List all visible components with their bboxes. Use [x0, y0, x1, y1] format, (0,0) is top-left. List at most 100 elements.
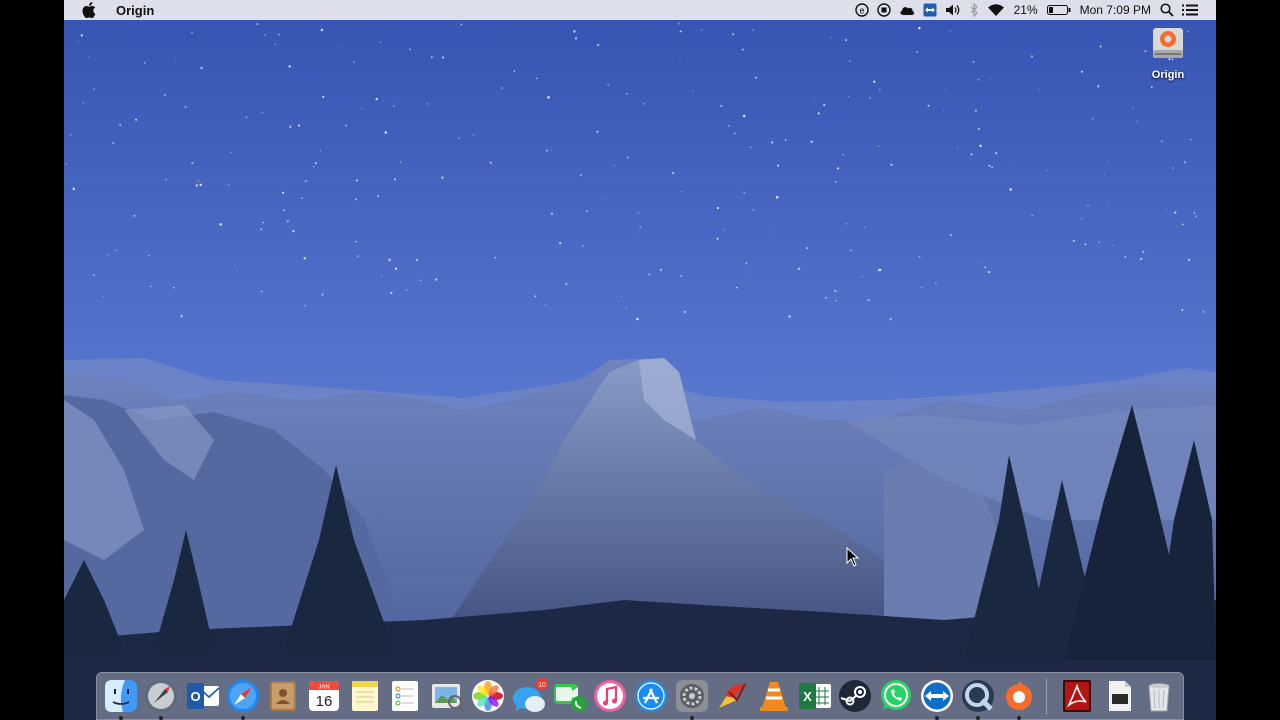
star: [573, 30, 576, 33]
star: [148, 255, 150, 257]
star: [282, 191, 285, 194]
star: [197, 180, 200, 182]
star: [1031, 214, 1033, 217]
star: [1112, 245, 1114, 247]
star: [535, 77, 538, 80]
dock-itunes[interactable]: [592, 678, 628, 714]
star: [545, 304, 547, 306]
star: [107, 254, 109, 256]
launchpad-icon: [145, 680, 177, 712]
star: [835, 299, 837, 302]
star: [626, 156, 629, 159]
star: [1181, 308, 1184, 311]
running-indicator: [159, 716, 163, 720]
star: [381, 275, 383, 276]
dock-whatsapp[interactable]: [878, 678, 914, 714]
onedrive-icon[interactable]: [899, 0, 915, 20]
star: [873, 80, 876, 83]
star: [184, 105, 187, 109]
spotlight-icon[interactable]: [1160, 0, 1174, 20]
star: [489, 161, 492, 164]
star: [393, 105, 395, 107]
dock-outlook[interactable]: O: [185, 678, 221, 714]
dock-vlc[interactable]: [756, 678, 792, 714]
dock-app-store[interactable]: [633, 678, 669, 714]
star: [278, 33, 280, 36]
screen-record-icon[interactable]: [876, 0, 891, 20]
evernote-icon[interactable]: e: [854, 0, 869, 20]
dock-quicktime[interactable]: [960, 678, 996, 720]
star: [1104, 173, 1106, 176]
dock-steam[interactable]: [837, 678, 873, 714]
star: [394, 267, 397, 270]
dock-launchpad[interactable]: [143, 678, 179, 720]
star: [890, 163, 893, 166]
star: [1072, 239, 1075, 242]
star: [356, 255, 359, 258]
star: [322, 95, 325, 98]
star: [752, 28, 755, 31]
star: [988, 271, 990, 274]
dock-system-preferences[interactable]: [674, 678, 710, 720]
star: [430, 56, 433, 59]
star: [259, 228, 263, 231]
preview-icon: [432, 684, 464, 711]
star: [289, 125, 292, 129]
dock-contacts[interactable]: [265, 678, 301, 714]
dock-photos[interactable]: [470, 678, 506, 714]
battery-percent[interactable]: 21%: [1014, 3, 1038, 17]
star: [1087, 204, 1089, 207]
dock-teamviewer[interactable]: [919, 678, 955, 720]
dock-facetime[interactable]: [552, 678, 588, 714]
star: [845, 144, 847, 146]
star: [742, 114, 746, 118]
volume-icon[interactable]: [945, 0, 961, 20]
star: [303, 257, 306, 260]
star: [1080, 70, 1083, 73]
star: [312, 165, 315, 168]
apple-icon[interactable]: [82, 2, 98, 18]
star: [867, 299, 870, 302]
star: [877, 145, 880, 147]
menubar-clock[interactable]: Mon 7:09 PM: [1080, 3, 1151, 17]
dock-safari[interactable]: [225, 678, 261, 720]
star: [550, 149, 552, 151]
battery-icon[interactable]: [1046, 0, 1071, 20]
dock-trash[interactable]: [1141, 678, 1177, 714]
star: [494, 256, 497, 259]
dock-preview[interactable]: [429, 678, 465, 714]
bluetooth-icon[interactable]: [969, 0, 979, 20]
star: [375, 97, 378, 101]
dock-calendar[interactable]: JAN 16: [306, 678, 342, 714]
star: [199, 183, 203, 187]
star: [150, 285, 152, 287]
dock-messages[interactable]: 10: [511, 678, 548, 714]
star: [1030, 55, 1034, 58]
dock-origin[interactable]: [1001, 678, 1037, 720]
dock-excel[interactable]: X: [797, 678, 833, 714]
wifi-icon[interactable]: [987, 0, 1005, 20]
dock-notes[interactable]: [347, 678, 383, 714]
star: [918, 27, 921, 30]
trash-icon: [1148, 683, 1170, 712]
star: [889, 318, 892, 321]
star: [304, 304, 307, 307]
star: [916, 50, 919, 53]
teamviewer-icon[interactable]: [923, 0, 937, 20]
desktop-icon-origin[interactable]: Origin: [1136, 26, 1200, 81]
ccleaner-icon: [719, 683, 747, 708]
dock-ccleaner[interactable]: [715, 678, 751, 714]
star: [441, 56, 445, 59]
star: [130, 285, 132, 287]
dock-finder[interactable]: [103, 678, 139, 720]
dock-adobe-acrobat[interactable]: [1059, 678, 1095, 714]
star: [319, 150, 321, 152]
star: [1107, 160, 1109, 162]
star: [297, 124, 301, 127]
active-app-name[interactable]: Origin: [116, 3, 154, 18]
steam-icon: [839, 680, 871, 712]
dock-document[interactable]: [1101, 678, 1137, 714]
star: [814, 100, 816, 102]
dock-reminders[interactable]: [387, 678, 423, 714]
notification-center-icon[interactable]: [1182, 0, 1198, 20]
